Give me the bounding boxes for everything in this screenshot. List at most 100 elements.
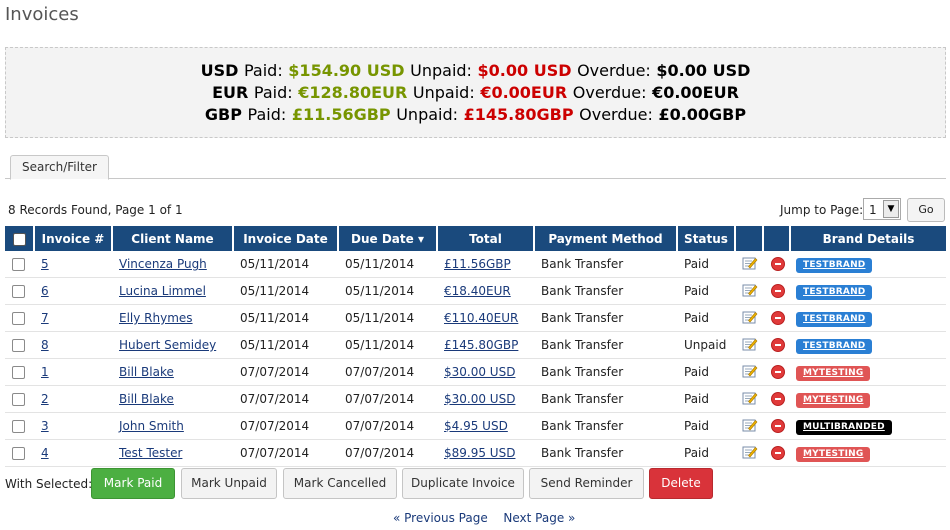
status-cell: Paid bbox=[678, 413, 736, 440]
mark-paid-button[interactable]: Mark Paid bbox=[91, 468, 175, 499]
delete-icon[interactable] bbox=[770, 311, 785, 326]
total-link[interactable]: £11.56GBP bbox=[444, 257, 511, 271]
header-total[interactable]: Total bbox=[438, 226, 535, 251]
edit-cell bbox=[736, 359, 764, 386]
invoice-number-link[interactable]: 4 bbox=[41, 446, 49, 460]
delete-cell bbox=[764, 305, 791, 332]
row-checkbox[interactable] bbox=[12, 366, 25, 379]
row-select-cell bbox=[5, 386, 35, 413]
summary-row-usd: USD Paid: $154.90 USD Unpaid: $0.00 USD … bbox=[6, 60, 945, 82]
header-invoice-number[interactable]: Invoice # bbox=[35, 226, 113, 251]
edit-invoice-icon[interactable] bbox=[742, 390, 758, 409]
client-name-link[interactable]: Bill Blake bbox=[119, 392, 174, 406]
client-name-link[interactable]: Vincenza Pugh bbox=[119, 257, 207, 271]
invoice-number-link[interactable]: 2 bbox=[41, 392, 49, 406]
client-name-link[interactable]: Lucina Limmel bbox=[119, 284, 206, 298]
delete-icon[interactable] bbox=[770, 392, 785, 407]
select-all-checkbox[interactable] bbox=[12, 232, 26, 246]
brand-badge[interactable]: TESTBRAND bbox=[796, 257, 873, 273]
total-link[interactable]: €110.40EUR bbox=[444, 311, 518, 325]
client-name-link[interactable]: John Smith bbox=[119, 419, 184, 433]
client-name-link[interactable]: Hubert Semidey bbox=[119, 338, 216, 352]
brand-cell: TESTBRAND bbox=[791, 251, 946, 278]
total-link[interactable]: $89.95 USD bbox=[444, 446, 515, 460]
row-checkbox[interactable] bbox=[12, 339, 25, 352]
previous-page-link[interactable]: « Previous Page bbox=[393, 511, 488, 525]
brand-badge[interactable]: MULTIBRANDED bbox=[796, 419, 892, 435]
delete-icon[interactable] bbox=[770, 338, 785, 353]
brand-badge[interactable]: MYTESTING bbox=[796, 392, 871, 408]
row-checkbox[interactable] bbox=[12, 312, 25, 325]
invoice-date-cell: 05/11/2014 bbox=[234, 251, 339, 278]
next-page-link[interactable]: Next Page » bbox=[503, 511, 575, 525]
row-checkbox[interactable] bbox=[12, 447, 25, 460]
delete-button[interactable]: Delete bbox=[649, 468, 713, 499]
row-checkbox[interactable] bbox=[12, 285, 25, 298]
edit-invoice-icon[interactable] bbox=[742, 282, 758, 301]
invoice-number-link[interactable]: 1 bbox=[41, 365, 49, 379]
total-link[interactable]: $4.95 USD bbox=[444, 419, 508, 433]
edit-invoice-icon[interactable] bbox=[742, 444, 758, 463]
edit-cell bbox=[736, 251, 764, 278]
total-link[interactable]: £145.80GBP bbox=[444, 338, 518, 352]
header-status[interactable]: Status bbox=[678, 226, 736, 251]
due-date-cell: 07/07/2014 bbox=[339, 386, 438, 413]
total-cell: €110.40EUR bbox=[438, 305, 535, 332]
edit-invoice-icon[interactable] bbox=[742, 309, 758, 328]
invoice-number-link[interactable]: 6 bbox=[41, 284, 49, 298]
total-link[interactable]: $30.00 USD bbox=[444, 365, 515, 379]
header-payment-method[interactable]: Payment Method bbox=[535, 226, 678, 251]
row-checkbox[interactable] bbox=[12, 393, 25, 406]
total-link[interactable]: €18.40EUR bbox=[444, 284, 511, 298]
jump-label: Jump to Page: bbox=[780, 203, 864, 217]
payment-method-cell: Bank Transfer bbox=[535, 278, 678, 305]
delete-icon[interactable] bbox=[770, 446, 785, 461]
mark-unpaid-button[interactable]: Mark Unpaid bbox=[181, 468, 277, 499]
status-cell: Paid bbox=[678, 386, 736, 413]
header-invoice-date[interactable]: Invoice Date bbox=[234, 226, 339, 251]
duplicate-invoice-button[interactable]: Duplicate Invoice bbox=[402, 468, 524, 499]
header-delete bbox=[764, 226, 791, 251]
row-checkbox[interactable] bbox=[12, 420, 25, 433]
client-name-link[interactable]: Test Tester bbox=[119, 446, 182, 460]
row-checkbox[interactable] bbox=[12, 258, 25, 271]
send-reminder-button[interactable]: Send Reminder bbox=[529, 468, 644, 499]
edit-invoice-icon[interactable] bbox=[742, 363, 758, 382]
delete-icon[interactable] bbox=[770, 257, 785, 272]
invoice-number-cell: 5 bbox=[35, 251, 113, 278]
invoice-date-cell: 05/11/2014 bbox=[234, 332, 339, 359]
invoice-number-link[interactable]: 7 bbox=[41, 311, 49, 325]
brand-badge[interactable]: TESTBRAND bbox=[796, 311, 873, 327]
delete-icon[interactable] bbox=[770, 284, 785, 299]
delete-icon[interactable] bbox=[770, 419, 785, 434]
delete-icon[interactable] bbox=[770, 365, 785, 380]
unpaid-label: Unpaid: bbox=[410, 61, 472, 80]
client-name-link[interactable]: Bill Blake bbox=[119, 365, 174, 379]
brand-badge[interactable]: TESTBRAND bbox=[796, 338, 873, 354]
invoice-number-link[interactable]: 5 bbox=[41, 257, 49, 271]
edit-invoice-icon[interactable] bbox=[742, 417, 758, 436]
brand-cell: MYTESTING bbox=[791, 359, 946, 386]
brand-badge[interactable]: TESTBRAND bbox=[796, 284, 873, 300]
header-client-name[interactable]: Client Name bbox=[113, 226, 234, 251]
client-name-link[interactable]: Elly Rhymes bbox=[119, 311, 193, 325]
edit-invoice-icon[interactable] bbox=[742, 336, 758, 355]
brand-badge[interactable]: MYTESTING bbox=[796, 446, 871, 462]
table-row: 1 Bill Blake 07/07/2014 07/07/2014 $30.00 US… bbox=[5, 359, 946, 386]
due-date-cell: 07/07/2014 bbox=[339, 359, 438, 386]
edit-invoice-icon[interactable] bbox=[742, 255, 758, 274]
tab-search-filter[interactable]: Search/Filter bbox=[10, 155, 109, 180]
invoice-number-link[interactable]: 3 bbox=[41, 419, 49, 433]
chevron-down-icon[interactable]: ▼ bbox=[883, 200, 899, 218]
total-link[interactable]: $30.00 USD bbox=[444, 392, 515, 406]
page-select[interactable]: 1 ▼ bbox=[863, 198, 901, 220]
mark-cancelled-button[interactable]: Mark Cancelled bbox=[283, 468, 397, 499]
select-all-header bbox=[5, 226, 35, 251]
brand-badge[interactable]: MYTESTING bbox=[796, 365, 871, 381]
paid-label: Paid: bbox=[253, 83, 293, 102]
overdue-label: Overdue: bbox=[579, 105, 653, 124]
invoice-number-link[interactable]: 8 bbox=[41, 338, 49, 352]
go-button[interactable]: Go bbox=[907, 198, 945, 222]
delete-cell bbox=[764, 440, 791, 467]
header-due-date[interactable]: Due Date ▾ bbox=[339, 226, 438, 251]
